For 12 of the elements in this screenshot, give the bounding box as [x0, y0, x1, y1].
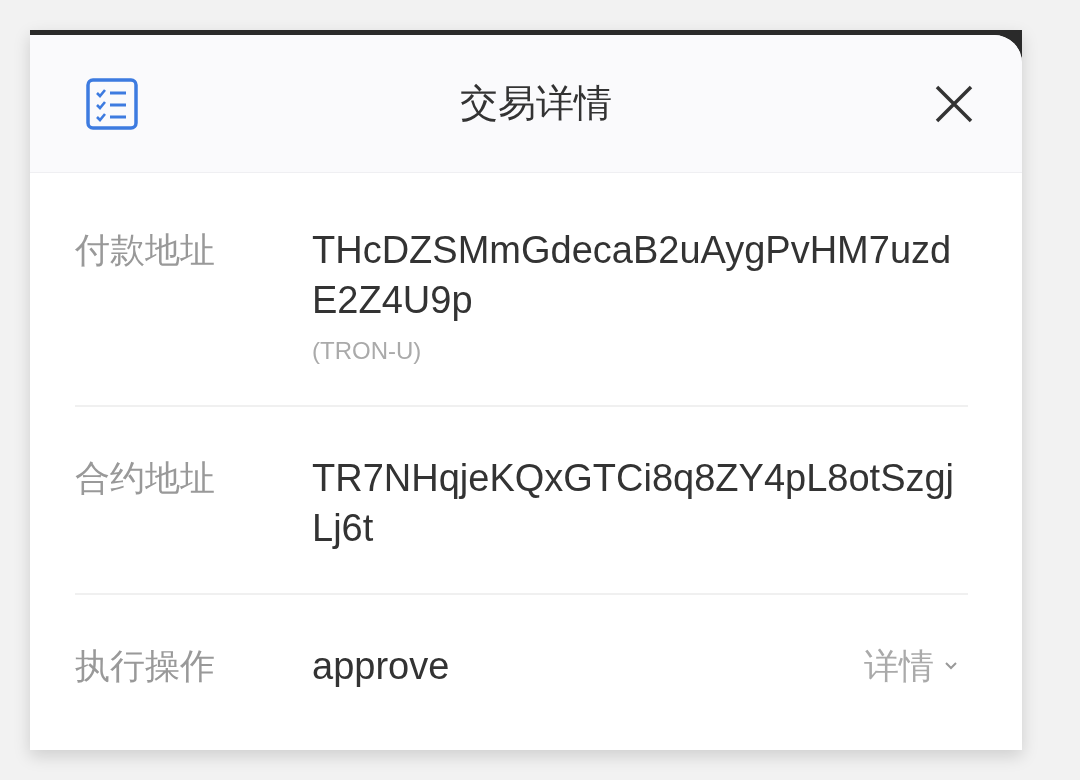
field-label: 付款地址	[75, 229, 216, 271]
chevron-down-icon	[944, 661, 958, 671]
address-value: THcDZSMmGdecaB2uAygPvHM7uzdE2Z4U9p	[312, 228, 953, 323]
address-value: TR7NHqjeKQxGTCi8q8ZY4pL8otSzgjLj6t	[312, 456, 956, 551]
network-note: (TRON-U)	[312, 337, 423, 365]
details-link[interactable]: 详情	[864, 641, 968, 691]
close-icon[interactable]	[934, 83, 974, 124]
field-label: 执行操作	[75, 645, 216, 687]
action-value: approve	[312, 644, 450, 689]
checklist-icon[interactable]	[86, 77, 138, 130]
field-label: 合约地址	[75, 457, 216, 499]
dialog-title: 交易详情	[459, 81, 613, 126]
